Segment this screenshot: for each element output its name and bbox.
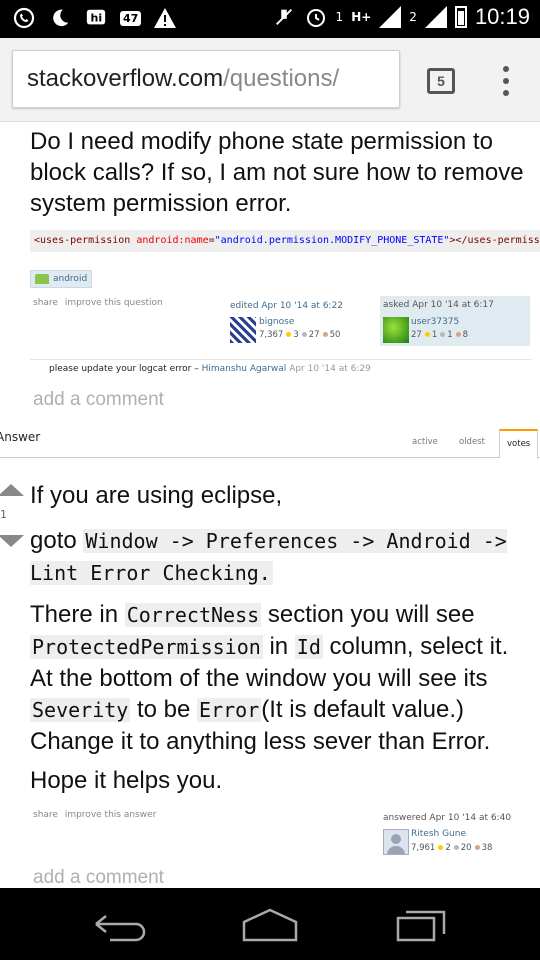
comment-item: please update your logcat error – Himans… bbox=[30, 359, 532, 374]
answer-p3-code: Error bbox=[197, 698, 262, 722]
question-code-block: <uses-permission android:name="android.p… bbox=[30, 230, 540, 252]
gold-badges: 1 bbox=[431, 330, 438, 340]
answer-p2-code: Window -> Preferences -> Android -> Lint… bbox=[30, 529, 507, 585]
reputation-score: 7,961 bbox=[411, 843, 436, 853]
upvote-arrow-icon[interactable] bbox=[0, 484, 24, 496]
reputation-score: 27 bbox=[411, 330, 422, 340]
answer-p3-code: Id bbox=[294, 635, 323, 659]
url-host: stackoverflow.com bbox=[27, 65, 224, 92]
add-comment-link[interactable]: add a comment bbox=[33, 389, 164, 411]
avatar[interactable] bbox=[383, 829, 409, 855]
comment-user-link[interactable]: Himanshu Agarwal bbox=[202, 364, 287, 374]
answer-paragraph-4: Hope it helps you. bbox=[30, 767, 223, 794]
answer-score: 1 bbox=[0, 508, 7, 521]
answer-paragraph-2: goto Window -> Preferences -> Android ->… bbox=[30, 525, 535, 589]
address-bar[interactable]: stackoverflow.com/questions/ bbox=[12, 50, 400, 108]
answer-p2-text: goto bbox=[30, 527, 84, 554]
answer-paragraph-1: If you are using eclipse, bbox=[30, 482, 283, 509]
signal-icon bbox=[424, 6, 447, 28]
silver-badges: 27 bbox=[308, 330, 320, 340]
answers-header: Answer active oldest votes bbox=[0, 428, 540, 459]
navigation-bar bbox=[0, 888, 540, 960]
answer-p3-code: Severity bbox=[30, 698, 131, 722]
tab-oldest[interactable]: oldest bbox=[459, 437, 485, 447]
add-comment-link[interactable]: add a comment bbox=[33, 867, 164, 888]
moon-icon bbox=[48, 6, 72, 30]
answer-author-reputation: 7,961 2 20 38 bbox=[411, 843, 492, 853]
code-open-tag: <uses-permission bbox=[34, 235, 137, 246]
answer-p3-code: CorrectNess bbox=[124, 603, 262, 627]
status-bar-notifications: hi 47 bbox=[12, 6, 177, 30]
browser-toolbar: stackoverflow.com/questions/ 5 bbox=[0, 38, 540, 122]
battery-icon bbox=[454, 6, 467, 28]
edited-timestamp[interactable]: edited Apr 10 '14 at 6:22 bbox=[230, 301, 343, 311]
status-bar: hi 47 1 H+ 2 10:19 bbox=[0, 0, 540, 38]
sim1-label: 1 bbox=[335, 10, 344, 24]
improve-question-link[interactable]: improve this question bbox=[65, 298, 163, 308]
tabs-icon[interactable]: 5 bbox=[427, 68, 455, 94]
answer-p3-code: ProtectedPermission bbox=[30, 635, 263, 659]
clock: 10:19 bbox=[474, 4, 530, 29]
editor-signature: edited Apr 10 '14 at 6:22 bbox=[230, 301, 343, 311]
asked-timestamp: asked Apr 10 '14 at 6:17 bbox=[383, 300, 494, 310]
improve-answer-link[interactable]: improve this answer bbox=[65, 810, 157, 820]
silver-badges: 20 bbox=[460, 843, 472, 853]
answer-p3-text: to be bbox=[130, 696, 198, 723]
owner-reputation: 27 1 1 8 bbox=[411, 330, 468, 340]
answer-p3-text: There in bbox=[30, 601, 125, 628]
comment-date: Apr 10 '14 at 6:29 bbox=[289, 364, 371, 374]
overflow-menu-icon[interactable] bbox=[498, 66, 514, 96]
warning-icon bbox=[153, 6, 177, 30]
tab-active[interactable]: active bbox=[412, 437, 438, 447]
comment-text: please update your logcat error – bbox=[49, 364, 199, 374]
alarm-icon bbox=[304, 5, 328, 29]
avatar[interactable] bbox=[383, 317, 409, 343]
gold-badges: 2 bbox=[445, 843, 451, 853]
status-bar-system: 1 H+ 2 10:19 bbox=[272, 4, 530, 30]
home-icon[interactable] bbox=[240, 906, 300, 942]
code-attr-name: android:name bbox=[136, 235, 209, 246]
answer-author-link[interactable]: Ritesh Gune bbox=[411, 829, 466, 839]
silver-badges: 1 bbox=[447, 330, 453, 340]
tag-android[interactable]: android bbox=[30, 270, 93, 288]
code-attr-value: "android.permission.MODIFY_PHONE_STATE" bbox=[214, 235, 450, 246]
mute-icon bbox=[272, 5, 296, 29]
recents-icon[interactable] bbox=[392, 906, 452, 942]
reputation-score: 7,367 bbox=[259, 330, 284, 340]
page-content[interactable]: Do I need modify phone state permission … bbox=[0, 122, 540, 888]
answered-timestamp: answered Apr 10 '14 at 6:40 bbox=[383, 813, 512, 823]
answer-p3-text: in bbox=[262, 633, 295, 660]
hike-icon: hi bbox=[84, 6, 108, 30]
bronze-badges: 38 bbox=[481, 843, 493, 853]
question-post-menu: share improve this question bbox=[33, 298, 163, 308]
share-link[interactable]: share bbox=[33, 810, 58, 820]
answers-title: Answer bbox=[0, 430, 41, 444]
downvote-arrow-icon[interactable] bbox=[0, 535, 24, 547]
back-icon[interactable] bbox=[90, 906, 150, 942]
editor-reputation: 7,367 3 27 50 bbox=[259, 330, 340, 340]
gold-badges: 3 bbox=[293, 330, 299, 340]
tab-votes[interactable]: votes bbox=[499, 429, 539, 459]
notification-count-badge: 47 bbox=[120, 10, 142, 26]
bronze-badges: 8 bbox=[462, 330, 469, 340]
svg-text:hi: hi bbox=[91, 12, 103, 25]
answer-p3-text: section you will see bbox=[261, 601, 475, 628]
editor-name-link[interactable]: bignose bbox=[259, 317, 294, 327]
sim2-label: 2 bbox=[409, 10, 417, 24]
network-type-label: H+ bbox=[351, 10, 372, 24]
owner-name-link[interactable]: user37375 bbox=[411, 317, 459, 327]
signal-icon bbox=[379, 6, 402, 28]
avatar[interactable] bbox=[230, 317, 256, 343]
bronze-badges: 50 bbox=[329, 330, 341, 340]
answer-paragraph-3: There in CorrectNess section you will se… bbox=[30, 599, 535, 757]
code-close-tag: ></uses-permiss bbox=[449, 235, 540, 246]
answer-post-menu: share improve this answer bbox=[33, 810, 156, 820]
share-link[interactable]: share bbox=[33, 298, 58, 308]
question-body-text: Do I need modify phone state permission … bbox=[30, 128, 524, 217]
url-path: /questions/ bbox=[223, 65, 340, 92]
whatsapp-icon bbox=[12, 6, 36, 30]
